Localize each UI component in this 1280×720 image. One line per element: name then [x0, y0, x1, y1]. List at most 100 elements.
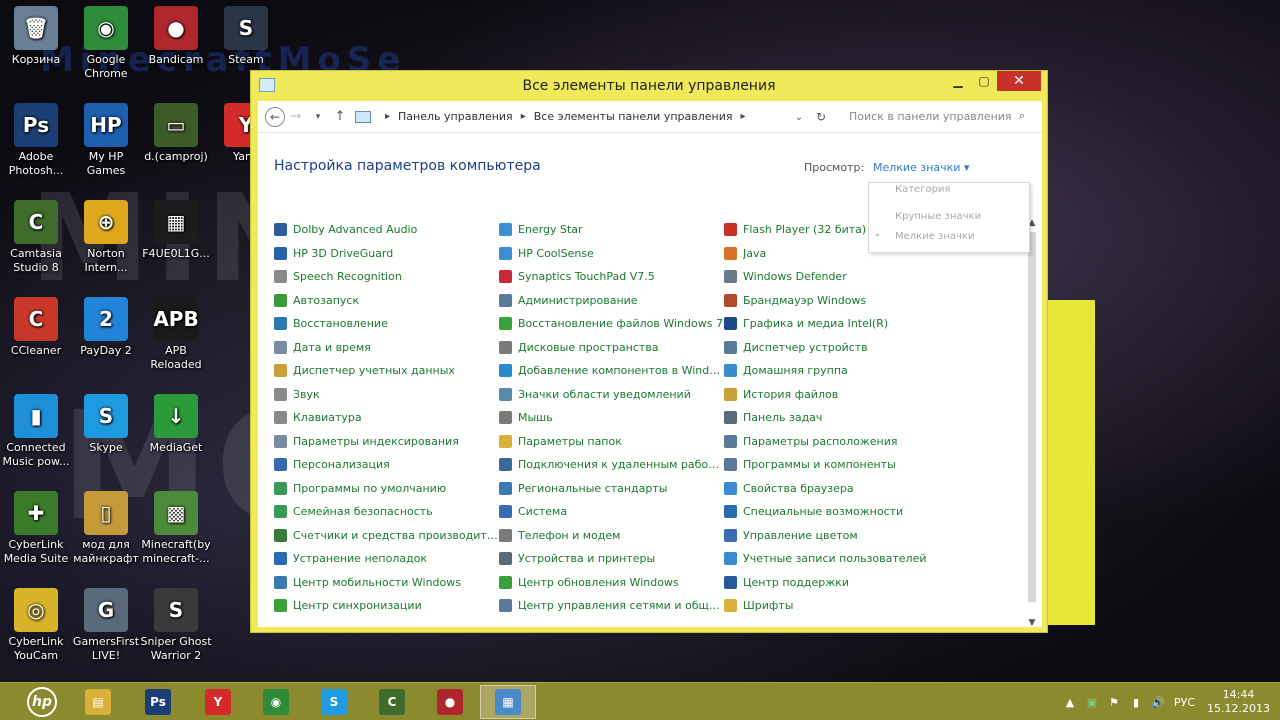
control-panel-item[interactable]: HP 3D DriveGuard	[274, 242, 499, 266]
control-panel-item[interactable]: Администрирование	[499, 289, 724, 313]
view-option-large-icons[interactable]: Крупные значки	[895, 211, 981, 222]
desktop-icon[interactable]: S Skype	[70, 394, 142, 455]
control-panel-item[interactable]: Добавление компонентов в Windo...	[499, 359, 724, 383]
search-box[interactable]: Поиск в панели управления ⌕	[843, 105, 1031, 127]
up-button[interactable]: ↑	[329, 106, 351, 128]
desktop-icon[interactable]: ▩ Minecraft(by minecraft-...	[140, 491, 212, 566]
control-panel-item[interactable]: Дата и время	[274, 336, 499, 360]
scrollbar-thumb[interactable]	[1028, 232, 1036, 602]
language-indicator[interactable]: РУС	[1174, 696, 1195, 709]
taskbar-app-yandex[interactable]: Y	[190, 685, 246, 719]
control-panel-item[interactable]: Energy Star	[499, 218, 724, 242]
desktop-icon[interactable]: 🗑 Корзина	[0, 6, 72, 67]
view-option-small-icons[interactable]: Мелкие значки	[895, 231, 974, 242]
breadcrumb-control-panel[interactable]: Панель управления	[398, 110, 513, 123]
taskbar-app-chrome[interactable]: ◉	[248, 685, 304, 719]
control-panel-item[interactable]: Центр обновления Windows	[499, 571, 724, 595]
volume-icon[interactable]: 🔊	[1150, 696, 1166, 709]
vertical-scrollbar[interactable]: ▲ ▼	[1027, 218, 1037, 628]
address-dropdown-chevron-down-icon[interactable]: ⌄	[788, 106, 810, 128]
desktop-icon[interactable]: APB APB Reloaded	[140, 297, 212, 372]
control-panel-item[interactable]: Брандмауэр Windows	[724, 289, 949, 313]
taskbar-app-skype[interactable]: S	[306, 685, 362, 719]
control-panel-item[interactable]: Звук	[274, 383, 499, 407]
control-panel-item[interactable]: Значки области уведомлений	[499, 383, 724, 407]
desktop-icon[interactable]: C Camtasia Studio 8	[0, 200, 72, 275]
desktop-icon[interactable]: ▮ Connected Music pow...	[0, 394, 72, 469]
back-button[interactable]: ←	[265, 106, 285, 127]
control-panel-item[interactable]: Диспетчер учетных данных	[274, 359, 499, 383]
desktop-icon[interactable]: ✚ CyberLink Media Suite	[0, 491, 72, 566]
control-panel-item[interactable]: Шрифты	[724, 594, 949, 618]
desktop-icon[interactable]: ▦ F4UE0L1G...	[140, 200, 212, 261]
control-panel-item[interactable]: Клавиатура	[274, 406, 499, 430]
control-panel-item[interactable]: Специальные возможности	[724, 500, 949, 524]
control-panel-item[interactable]: История файлов	[724, 383, 949, 407]
control-panel-item[interactable]: Speech Recognition	[274, 265, 499, 289]
control-panel-item[interactable]: Восстановление	[274, 312, 499, 336]
desktop-icon[interactable]: 2 PayDay 2	[70, 297, 142, 358]
control-panel-item[interactable]: Центр синхронизации	[274, 594, 499, 618]
control-panel-item[interactable]: Графика и медиа Intel(R)	[724, 312, 949, 336]
desktop-icon[interactable]: C CCleaner	[0, 297, 72, 358]
show-hidden-icons-icon[interactable]: ▲	[1062, 696, 1078, 709]
minimize-button[interactable]: ▁	[945, 71, 971, 91]
control-panel-item[interactable]: Дисковые пространства	[499, 336, 724, 360]
desktop-icon[interactable]: ◎ CyberLink YouCam	[0, 588, 72, 663]
taskbar-app-photoshop[interactable]: Ps	[130, 685, 186, 719]
network-icon[interactable]: ▮	[1128, 696, 1144, 709]
control-panel-item[interactable]: Учетные записи пользователей	[724, 547, 949, 571]
search-input[interactable]: Поиск в панели управления	[849, 110, 1012, 123]
start-button[interactable]: hp	[10, 685, 74, 719]
control-panel-item[interactable]: Программы по умолчанию	[274, 477, 499, 501]
control-panel-item[interactable]: Семейная безопасность	[274, 500, 499, 524]
control-panel-item[interactable]: Параметры индексирования	[274, 430, 499, 454]
control-panel-item[interactable]: Программы и компоненты	[724, 453, 949, 477]
desktop-icon[interactable]: S Steam	[210, 6, 282, 67]
tray-app-icon[interactable]: ▣	[1084, 696, 1100, 709]
control-panel-item[interactable]: Подключения к удаленным рабоч...	[499, 453, 724, 477]
control-panel-item[interactable]: Телефон и модем	[499, 524, 724, 548]
control-panel-item[interactable]: Автозапуск	[274, 289, 499, 313]
desktop-icon[interactable]: ⊕ Norton Intern...	[70, 200, 142, 275]
flag-icon[interactable]: ⚑	[1106, 696, 1122, 709]
taskbar-app-bandicam[interactable]: ●	[422, 685, 478, 719]
close-button[interactable]: ✕	[997, 71, 1041, 91]
control-panel-item[interactable]: Восстановление файлов Windows 7	[499, 312, 724, 336]
desktop-icon[interactable]: Ps Adobe Photosh...	[0, 103, 72, 178]
breadcrumb-all-items[interactable]: Все элементы панели управления	[534, 110, 733, 123]
control-panel-item[interactable]: Центр мобильности Windows	[274, 571, 499, 595]
control-panel-item[interactable]: Мышь	[499, 406, 724, 430]
control-panel-item[interactable]: Система	[499, 500, 724, 524]
taskbar-app-control-panel[interactable]: ▦	[480, 685, 536, 719]
control-panel-item[interactable]: Устройства и принтеры	[499, 547, 724, 571]
control-panel-item[interactable]: Персонализация	[274, 453, 499, 477]
control-panel-item[interactable]: Свойства браузера	[724, 477, 949, 501]
control-panel-item[interactable]: Управление цветом	[724, 524, 949, 548]
control-panel-item[interactable]: Диспетчер устройств	[724, 336, 949, 360]
refresh-icon[interactable]: ↻	[810, 106, 832, 128]
desktop-icon[interactable]: ▭ d.(camproj)	[140, 103, 212, 164]
recent-locations-chevron-down-icon[interactable]: ▾	[307, 106, 329, 128]
search-icon[interactable]: ⌕	[1019, 109, 1025, 123]
taskbar-app-camtasia[interactable]: C	[364, 685, 420, 719]
maximize-button[interactable]: ▢	[971, 71, 997, 91]
breadcrumb[interactable]: ▸ Панель управления ▸ Все элементы панел…	[355, 106, 754, 128]
control-panel-item[interactable]: Панель задач	[724, 406, 949, 430]
view-option-category[interactable]: Категория	[895, 184, 950, 195]
view-mode-dropdown[interactable]: Мелкие значки ▾	[873, 161, 969, 174]
scroll-down-icon[interactable]: ▼	[1027, 618, 1037, 628]
window-titlebar[interactable]: Все элементы панели управления ▁ ▢ ✕	[251, 71, 1047, 101]
desktop-icon[interactable]: ▯ мод для майнкрафт	[70, 491, 142, 566]
desktop-icon[interactable]: ↓ MediaGet	[140, 394, 212, 455]
desktop-icon[interactable]: G GamersFirst LIVE!	[70, 588, 142, 663]
control-panel-item[interactable]: Synaptics TouchPad V7.5	[499, 265, 724, 289]
desktop-icon[interactable]: S Sniper Ghost Warrior 2	[140, 588, 212, 663]
desktop-icon[interactable]: ● Bandicam	[140, 6, 212, 67]
control-panel-item[interactable]: Устранение неполадок	[274, 547, 499, 571]
forward-button[interactable]: →	[285, 106, 307, 128]
control-panel-item[interactable]: Параметры папок	[499, 430, 724, 454]
control-panel-item[interactable]: Счетчики и средства производител...	[274, 524, 499, 548]
desktop-icon[interactable]: HP My HP Games	[70, 103, 142, 178]
control-panel-item[interactable]: Домашняя группа	[724, 359, 949, 383]
